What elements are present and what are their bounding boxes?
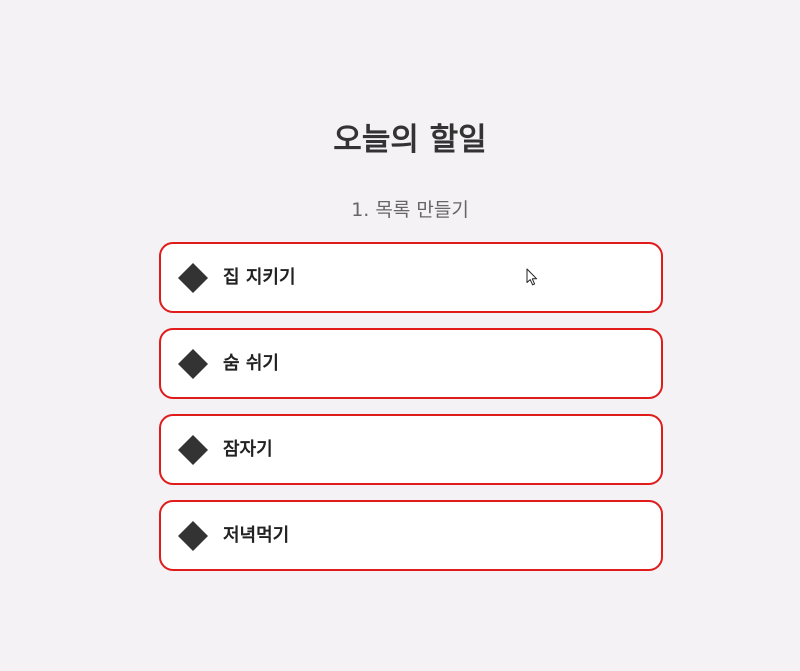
diamond-icon	[177, 348, 209, 380]
todo-label: 저녁먹기	[223, 524, 290, 546]
page-title: 오늘의 할일	[333, 122, 487, 158]
todo-item[interactable]: 잠자기	[159, 414, 663, 485]
todo-label: 잠자기	[223, 438, 273, 460]
todo-list: 집 지키기 숨 쉬기 잠자기 저녁먹기	[159, 242, 663, 571]
mouse-pointer-icon	[526, 268, 538, 286]
todo-item[interactable]: 집 지키기	[159, 242, 663, 313]
todo-item[interactable]: 저녁먹기	[159, 500, 663, 571]
todo-item[interactable]: 숨 쉬기	[159, 328, 663, 399]
diamond-icon	[177, 434, 209, 466]
page-subtitle: 1. 목록 만들기	[351, 199, 469, 221]
todo-label: 숨 쉬기	[223, 352, 279, 374]
todo-label: 집 지키기	[223, 266, 296, 288]
diamond-icon	[177, 520, 209, 552]
diamond-icon	[177, 262, 209, 294]
